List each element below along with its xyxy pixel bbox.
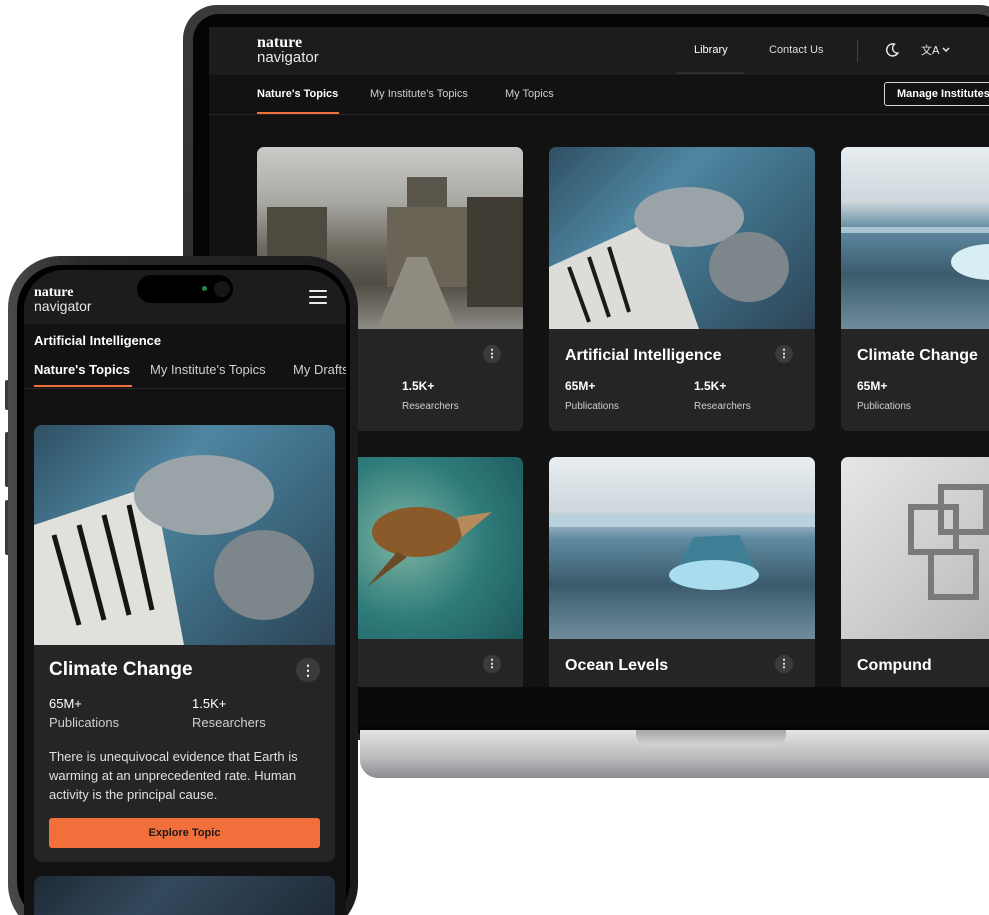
topic-card-partial[interactable] <box>34 876 335 915</box>
researchers-label: Researchers <box>192 715 266 730</box>
top-navbar: nature navigator Library Contact Us 文A <box>209 27 989 75</box>
nav-contact-us[interactable]: Contact Us <box>769 44 823 56</box>
tab-my-institutes-topics[interactable]: My Institute's Topics <box>150 362 266 377</box>
topic-card[interactable]: Artificial Intelligence ⋮ 65M+ Publicati… <box>549 147 815 431</box>
manage-institutes-button[interactable]: Manage Institutes <box>884 82 989 106</box>
publications-label: Publications <box>857 401 911 412</box>
publications-count: 65M+ <box>49 696 82 711</box>
more-options-icon[interactable]: ⋮ <box>483 345 501 363</box>
brand-logo-line2: navigator <box>34 298 92 314</box>
section-title: Artificial Intelligence <box>34 333 162 348</box>
chevron-down-icon <box>942 47 950 53</box>
hamburger-menu-icon[interactable] <box>309 290 327 304</box>
tab-my-topics[interactable]: My Topics <box>505 88 554 100</box>
publications-label: Publications <box>49 715 120 730</box>
brand-logo-line2: navigator <box>257 49 319 66</box>
mobile-app-screen: nature navigator Artificial Intelligence… <box>24 270 346 915</box>
topic-image <box>34 425 335 645</box>
topic-image <box>841 147 989 329</box>
publications-count: 65M+ <box>565 379 596 393</box>
tab-my-drafts[interactable]: My Drafts <box>293 362 346 377</box>
nav-library[interactable]: Library <box>694 44 728 56</box>
moon-icon[interactable] <box>884 42 902 60</box>
laptop-hinge-notch <box>636 730 786 746</box>
topic-image <box>549 147 815 329</box>
brand-logo[interactable]: nature navigator <box>34 286 92 314</box>
topic-title: Artificial Intelligence <box>565 347 722 364</box>
topic-title: Ocean Levels <box>565 657 669 674</box>
researchers-count: 1.5K+ <box>192 696 227 711</box>
publications-count: 65M+ <box>857 379 888 393</box>
topic-card[interactable]: Ocean Levels ⋮ <box>549 457 815 687</box>
researchers-label: Researchers <box>694 401 751 412</box>
topic-card[interactable]: Climate Change ⋮ 65M+ Publications 1.5K+… <box>34 425 335 862</box>
marketing-mockup: nature navigator Library Contact Us 文A N… <box>0 0 989 915</box>
front-camera <box>214 281 230 297</box>
nav-active-indicator <box>676 72 744 74</box>
translate-icon[interactable]: 文A <box>921 42 951 61</box>
more-options-icon[interactable]: ⋮ <box>775 655 793 673</box>
tab-natures-topics[interactable]: Nature's Topics <box>257 88 338 100</box>
camera-indicator <box>202 286 207 291</box>
tab-active-indicator <box>257 112 339 114</box>
tab-active-indicator <box>34 385 132 387</box>
topic-card[interactable]: Climate Change 65M+ Publications <box>841 147 989 431</box>
topic-card[interactable]: Compund <box>841 457 989 687</box>
topic-title: Climate Change <box>857 347 978 364</box>
topic-description: There is unequivocal evidence that Earth… <box>49 749 298 802</box>
researchers-label: Researchers <box>402 401 459 412</box>
more-options-icon[interactable]: ⋮ <box>775 345 793 363</box>
tabbar-divider <box>24 388 346 389</box>
topic-title: Climate Change <box>49 659 193 680</box>
topic-tabs: Nature's Topics My Institute's Topics My… <box>209 75 989 115</box>
topic-image <box>841 457 989 639</box>
publications-label: Publications <box>565 401 619 412</box>
tab-natures-topics[interactable]: Nature's Topics <box>34 362 130 377</box>
researchers-count: 1.5K+ <box>694 379 727 393</box>
explore-topic-button[interactable]: Explore Topic <box>49 818 320 848</box>
more-options-icon[interactable]: ⋮ <box>483 655 501 673</box>
topic-title: Compund <box>857 657 932 674</box>
brand-logo[interactable]: nature navigator <box>257 35 319 66</box>
tab-my-institutes-topics[interactable]: My Institute's Topics <box>370 88 468 100</box>
more-options-icon[interactable]: ⋮ <box>296 658 320 682</box>
topic-image <box>549 457 815 639</box>
nav-divider <box>857 40 858 62</box>
svg-text:文A: 文A <box>921 43 940 57</box>
researchers-count: 1.5K+ <box>402 379 435 393</box>
